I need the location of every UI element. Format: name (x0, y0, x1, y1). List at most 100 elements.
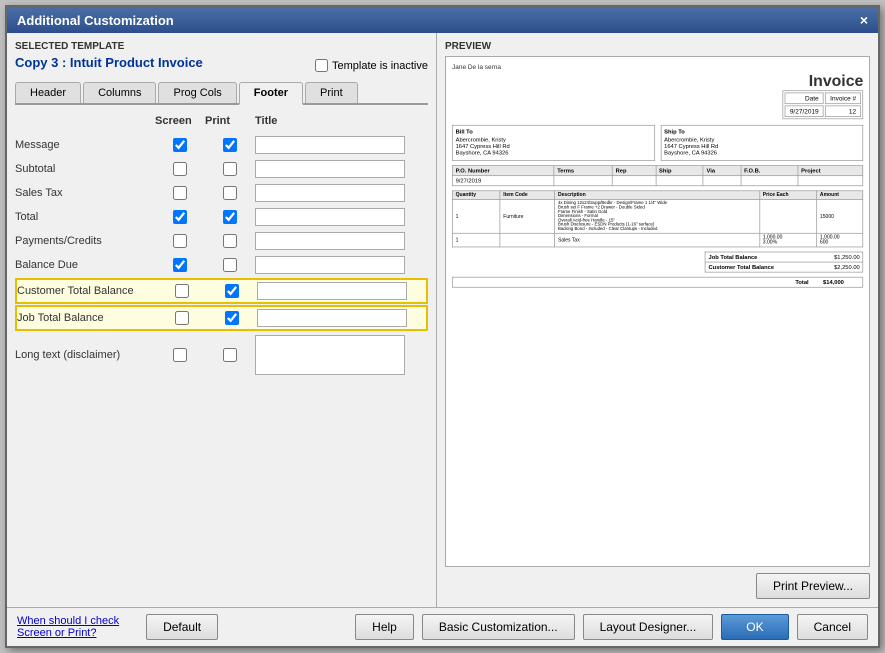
row-balance-due: Balance Due Balance Due (15, 253, 428, 277)
po-number-header: P.O. Number (452, 166, 554, 176)
title-balance-due[interactable]: Balance Due (255, 256, 405, 274)
cancel-button[interactable]: Cancel (797, 614, 868, 640)
screen-message-check[interactable] (173, 138, 187, 152)
item1-price (760, 199, 817, 233)
inv-from-to: Bill To Abercrombie, Kristy 1647 Cypress… (452, 125, 863, 161)
inactive-check-row: Template is inactive (315, 59, 428, 72)
screen-customer-balance-check[interactable] (175, 284, 189, 298)
right-panel: PREVIEW Jane De la serna Invoice Date In… (437, 33, 878, 607)
job-total-balance-row: Job Total Balance $1,250.00 (705, 252, 863, 262)
ok-button[interactable]: OK (721, 614, 788, 640)
item2-amount: 1,000.00600 (817, 233, 863, 247)
print-message-check[interactable] (223, 138, 237, 152)
default-button[interactable]: Default (146, 614, 218, 640)
grand-total-value: $14,000 (823, 279, 844, 285)
label-total: Total (15, 211, 155, 223)
tab-prog-cols[interactable]: Prog Cols (158, 82, 236, 103)
print-total-check[interactable] (223, 210, 237, 224)
ship-value (656, 176, 703, 186)
inv-items-table: Quantity Item Code Description Price Eac… (452, 190, 863, 247)
label-message: Message (15, 139, 155, 151)
row-sales-tax: Sales Tax Sales Tax (15, 181, 428, 205)
selected-template-label: SELECTED TEMPLATE (15, 41, 428, 52)
screen-subtotal-check[interactable] (173, 162, 187, 176)
print-payments (205, 234, 255, 248)
screen-total-check[interactable] (173, 210, 187, 224)
label-job-total-balance: Job Total Balance (17, 312, 157, 324)
date-value: 9/27/2019 (785, 105, 824, 117)
bill-to-box: Bill To Abercrombie, Kristy 1647 Cypress… (452, 125, 655, 161)
title-message[interactable]: Customer Message (255, 136, 405, 154)
help-button[interactable]: Help (355, 614, 414, 640)
title-bar: Additional Customization × (7, 7, 878, 33)
invoice-preview: Jane De la serna Invoice Date Invoice # (452, 63, 863, 288)
col-headers: Screen Print Title (15, 113, 428, 129)
screen-print-help-link[interactable]: When should I check Screen or Print? (17, 615, 138, 639)
print-balance-due (205, 258, 255, 272)
terms-value (554, 176, 612, 186)
customer-total-balance-label: Customer Total Balance (709, 264, 775, 270)
basic-customization-button[interactable]: Basic Customization... (422, 614, 575, 640)
print-balance-due-check[interactable] (223, 258, 237, 272)
screen-payments-check[interactable] (173, 234, 187, 248)
label-customer-total-balance: Customer Total Balance (17, 285, 157, 297)
title-long-text[interactable] (255, 335, 405, 375)
title-subtotal[interactable]: Subtotal (255, 160, 405, 178)
print-long-text-check[interactable] (223, 348, 237, 362)
print-customer-balance (207, 284, 257, 298)
fob-header: F.O.B. (741, 166, 798, 176)
label-payments: Payments/Credits (15, 235, 155, 247)
ship-to-city: Bayshore, CA 94326 (664, 149, 860, 155)
project-value (798, 176, 863, 186)
title-payments[interactable]: Payments/Credits (255, 232, 405, 250)
print-job-balance-check[interactable] (225, 311, 239, 325)
item2-price: 1,000.003.00% (760, 233, 817, 247)
inactive-checkbox[interactable] (315, 59, 328, 72)
title-customer-balance[interactable]: Customer Total Balance (257, 282, 407, 300)
col-screen-header: Screen (155, 115, 205, 127)
print-subtotal-check[interactable] (223, 162, 237, 176)
print-sales-tax-check[interactable] (223, 186, 237, 200)
label-subtotal: Subtotal (15, 163, 155, 175)
inv-mid-table: P.O. Number Terms Rep Ship Via F.O.B. Pr… (452, 165, 863, 186)
amount-header: Amount (817, 191, 863, 200)
row-total: Total Total (15, 205, 428, 229)
label-balance-due: Balance Due (15, 259, 155, 271)
item1-code: Furniture (500, 199, 555, 233)
description-header: Description (555, 191, 760, 200)
bill-to-city: Bayshore, CA 94326 (456, 149, 652, 155)
qty-header: Quantity (452, 191, 500, 200)
screen-long-text-check[interactable] (173, 348, 187, 362)
terms-header: Terms (554, 166, 612, 176)
dialog-body: SELECTED TEMPLATE Copy 3 : Intuit Produc… (7, 33, 878, 607)
layout-designer-button[interactable]: Layout Designer... (583, 614, 714, 640)
print-preview-button[interactable]: Print Preview... (756, 573, 870, 599)
date-label: Date (785, 93, 824, 105)
title-job-balance[interactable]: Job Total Balance (257, 309, 407, 327)
tab-header[interactable]: Header (15, 82, 81, 103)
screen-job-balance-check[interactable] (175, 311, 189, 325)
row-message: Message Customer Message (15, 133, 428, 157)
screen-sales-tax (155, 186, 205, 200)
title-sales-tax[interactable]: Sales Tax (255, 184, 405, 202)
tab-print[interactable]: Print (305, 82, 358, 103)
preview-label: PREVIEW (445, 41, 870, 52)
template-row: Copy 3 : Intuit Product Invoice Template… (15, 55, 428, 76)
tab-columns[interactable]: Columns (83, 82, 156, 103)
via-header: Via (703, 166, 741, 176)
screen-balance-due-check[interactable] (173, 258, 187, 272)
row-customer-total-balance: Customer Total Balance Customer Total Ba… (15, 278, 428, 304)
grand-total-label: Total (795, 279, 808, 285)
screen-sales-tax-check[interactable] (173, 186, 187, 200)
item2-code (500, 233, 555, 247)
print-customer-balance-check[interactable] (225, 284, 239, 298)
print-payments-check[interactable] (223, 234, 237, 248)
item-code-header: Item Code (500, 191, 555, 200)
inv-totals: Job Total Balance $1,250.00 Customer Tot… (452, 252, 863, 273)
screen-payments (155, 234, 205, 248)
title-total[interactable]: Total (255, 208, 405, 226)
close-button[interactable]: × (860, 12, 868, 28)
print-message (205, 138, 255, 152)
label-long-text: Long text (disclaimer) (15, 349, 155, 361)
tab-footer[interactable]: Footer (239, 82, 303, 105)
